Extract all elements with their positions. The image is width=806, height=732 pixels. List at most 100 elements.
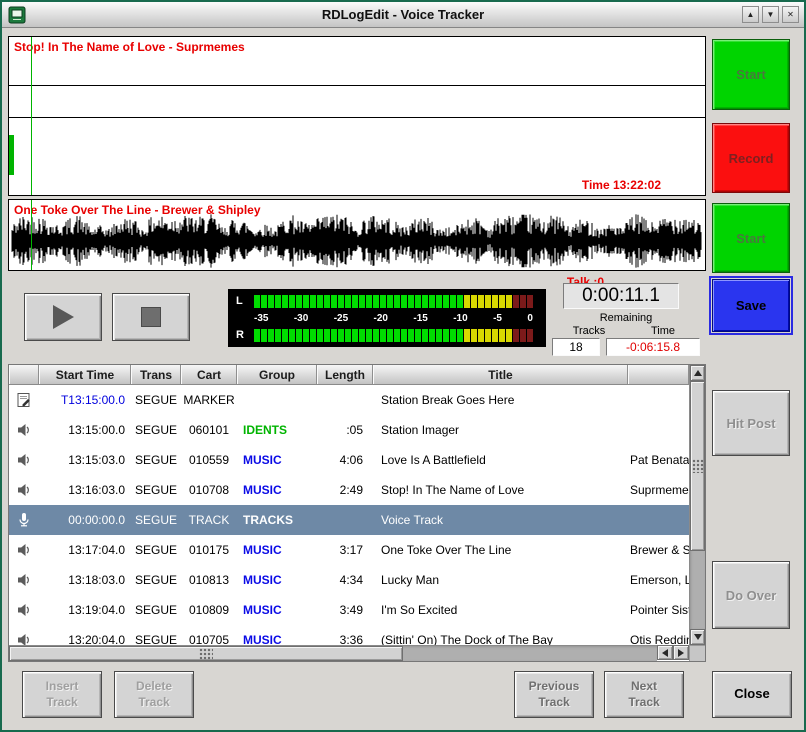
log-row[interactable]: 00:00:00.0SEGUETRACKTRACKSVoice Track bbox=[9, 505, 689, 535]
log-row[interactable]: 13:16:03.0SEGUE010708MUSIC2:49Stop! In T… bbox=[9, 475, 689, 505]
elapsed-time-display: 0:00:11.1 bbox=[563, 283, 679, 309]
scroll-left-button[interactable] bbox=[657, 645, 673, 660]
meter-left-label: L bbox=[236, 295, 254, 307]
grip-icon bbox=[692, 459, 704, 473]
horizontal-scrollbar[interactable] bbox=[9, 645, 689, 661]
remaining-label: Remaining bbox=[552, 312, 700, 324]
meter-left-channel: L bbox=[236, 294, 538, 308]
log-row[interactable]: 13:20:04.0SEGUE010705MUSIC3:36(Sittin' O… bbox=[9, 625, 689, 645]
log-row[interactable]: 13:17:04.0SEGUE010175MUSIC3:17One Toke O… bbox=[9, 535, 689, 565]
delete-track-button[interactable]: Delete Track bbox=[114, 671, 194, 718]
log-row[interactable]: 13:15:00.0SEGUE060101IDENTS:05Station Im… bbox=[9, 415, 689, 445]
cell-title: One Toke Over The Line bbox=[373, 535, 628, 565]
close-button[interactable]: Close bbox=[712, 671, 792, 718]
column-header-spacer bbox=[628, 365, 689, 384]
cell-trans: SEGUE bbox=[131, 625, 181, 645]
cell-trans: SEGUE bbox=[131, 415, 181, 445]
cell-length: 4:34 bbox=[317, 565, 373, 595]
scrollbar-corner bbox=[689, 645, 705, 661]
cell-cart: MARKER bbox=[181, 385, 237, 415]
titlebar[interactable]: RDLogEdit - Voice Tracker ▲ ▼ ✕ bbox=[2, 2, 804, 28]
cell-trans: SEGUE bbox=[131, 565, 181, 595]
column-header-trans: Trans bbox=[131, 365, 181, 384]
cell-artist: Brewer & S bbox=[628, 535, 689, 565]
audio-level-meter: L -35-30-25-20-15-10-50 R bbox=[228, 289, 546, 347]
track1-waveform-panel: Stop! In The Name of Love - Suprmemes Ti… bbox=[8, 36, 706, 196]
cell-trans: SEGUE bbox=[131, 475, 181, 505]
time-label: Time 13:22:02 bbox=[582, 178, 661, 192]
rdlogedit-app-icon bbox=[7, 5, 27, 25]
previous-track-button[interactable]: Previous Track bbox=[514, 671, 594, 718]
vertical-scroll-thumb[interactable] bbox=[690, 381, 705, 551]
cell-cart: 060101 bbox=[181, 415, 237, 445]
hit-post-button[interactable]: Hit Post bbox=[712, 390, 790, 456]
log-table: Start TimeTransCartGroupLengthTitle T13:… bbox=[8, 364, 706, 662]
column-header-length: Length bbox=[317, 365, 373, 384]
meter-scale: -35-30-25-20-15-10-50 bbox=[254, 312, 533, 324]
scroll-right-button[interactable] bbox=[673, 645, 689, 660]
cell-group: MUSIC bbox=[237, 445, 317, 475]
log-row[interactable]: 13:19:04.0SEGUE010809MUSIC3:49I'm So Exc… bbox=[9, 595, 689, 625]
log-row[interactable]: T13:15:00.0SEGUEMARKERStation Break Goes… bbox=[9, 385, 689, 415]
cell-length: 2:49 bbox=[317, 475, 373, 505]
insert-track-button[interactable]: Insert Track bbox=[22, 671, 102, 718]
vertical-scrollbar[interactable] bbox=[689, 365, 705, 645]
horizontal-scroll-thumb[interactable] bbox=[9, 646, 403, 661]
log-header: Start TimeTransCartGroupLengthTitle bbox=[9, 365, 689, 385]
time-remaining-value: -0:06:15.8 bbox=[606, 338, 700, 356]
start-track2-button[interactable]: Start bbox=[712, 203, 790, 273]
cell-trans: SEGUE bbox=[131, 505, 181, 535]
scroll-up-button[interactable] bbox=[690, 365, 705, 381]
horizontal-scroll-track[interactable] bbox=[9, 645, 657, 661]
cell-cart: 010705 bbox=[181, 625, 237, 645]
save-button[interactable]: Save bbox=[712, 279, 790, 332]
tracks-remaining-label: Tracks bbox=[552, 325, 626, 337]
speaker-icon bbox=[9, 535, 39, 565]
meter-segments bbox=[254, 329, 533, 342]
arrow-left-icon bbox=[662, 649, 668, 657]
cell-cart: 010813 bbox=[181, 565, 237, 595]
cell-start-time: 13:19:04.0 bbox=[39, 595, 131, 625]
log-row[interactable]: 13:18:03.0SEGUE010813MUSIC4:34Lucky ManE… bbox=[9, 565, 689, 595]
cell-trans: SEGUE bbox=[131, 595, 181, 625]
cell-length: 3:36 bbox=[317, 625, 373, 645]
stop-icon bbox=[141, 307, 161, 327]
cell-artist: Pointer Sist bbox=[628, 595, 689, 625]
cell-title: Stop! In The Name of Love bbox=[373, 475, 628, 505]
record-button[interactable]: Record bbox=[712, 123, 790, 193]
do-over-button[interactable]: Do Over bbox=[712, 561, 790, 629]
cell-title: (Sittin' On) The Dock of The Bay bbox=[373, 625, 628, 645]
track1-title: Stop! In The Name of Love - Suprmemes bbox=[14, 40, 245, 54]
cell-start-time: 13:20:04.0 bbox=[39, 625, 131, 645]
log-row[interactable]: 13:15:03.0SEGUE010559MUSIC4:06Love Is A … bbox=[9, 445, 689, 475]
stop-button[interactable] bbox=[112, 293, 190, 341]
start-track1-button[interactable]: Start bbox=[712, 39, 790, 110]
cell-title: Love Is A Battlefield bbox=[373, 445, 628, 475]
cell-title: Station Break Goes Here bbox=[373, 385, 628, 415]
cell-trans: SEGUE bbox=[131, 385, 181, 415]
marker-icon bbox=[9, 385, 39, 415]
remaining-panel: Remaining Tracks Time 18 -0:06:15.8 bbox=[552, 312, 700, 356]
column-header-start-time: Start Time bbox=[39, 365, 131, 384]
cell-cart: 010708 bbox=[181, 475, 237, 505]
close-icon[interactable]: ✕ bbox=[782, 6, 799, 23]
grip-icon bbox=[199, 648, 213, 660]
cell-start-time: 13:18:03.0 bbox=[39, 565, 131, 595]
scroll-down-button[interactable] bbox=[690, 629, 705, 645]
vertical-scroll-track[interactable] bbox=[690, 381, 705, 629]
minimize-icon[interactable]: ▼ bbox=[762, 6, 779, 23]
next-track-button[interactable]: Next Track bbox=[604, 671, 684, 718]
playhead-line bbox=[31, 37, 32, 195]
column-header-group: Group bbox=[237, 365, 317, 384]
waveform bbox=[10, 214, 704, 268]
cell-cart: TRACK bbox=[181, 505, 237, 535]
track-divider-line bbox=[9, 85, 705, 86]
play-button[interactable] bbox=[24, 293, 102, 341]
maximize-icon[interactable]: ▲ bbox=[742, 6, 759, 23]
log-rows: T13:15:00.0SEGUEMARKERStation Break Goes… bbox=[9, 385, 689, 645]
meter-segments bbox=[254, 295, 533, 308]
tracks-remaining-value: 18 bbox=[552, 338, 600, 356]
cell-title: Station Imager bbox=[373, 415, 628, 445]
cell-artist: Suprmemes bbox=[628, 475, 689, 505]
cell-cart: 010559 bbox=[181, 445, 237, 475]
